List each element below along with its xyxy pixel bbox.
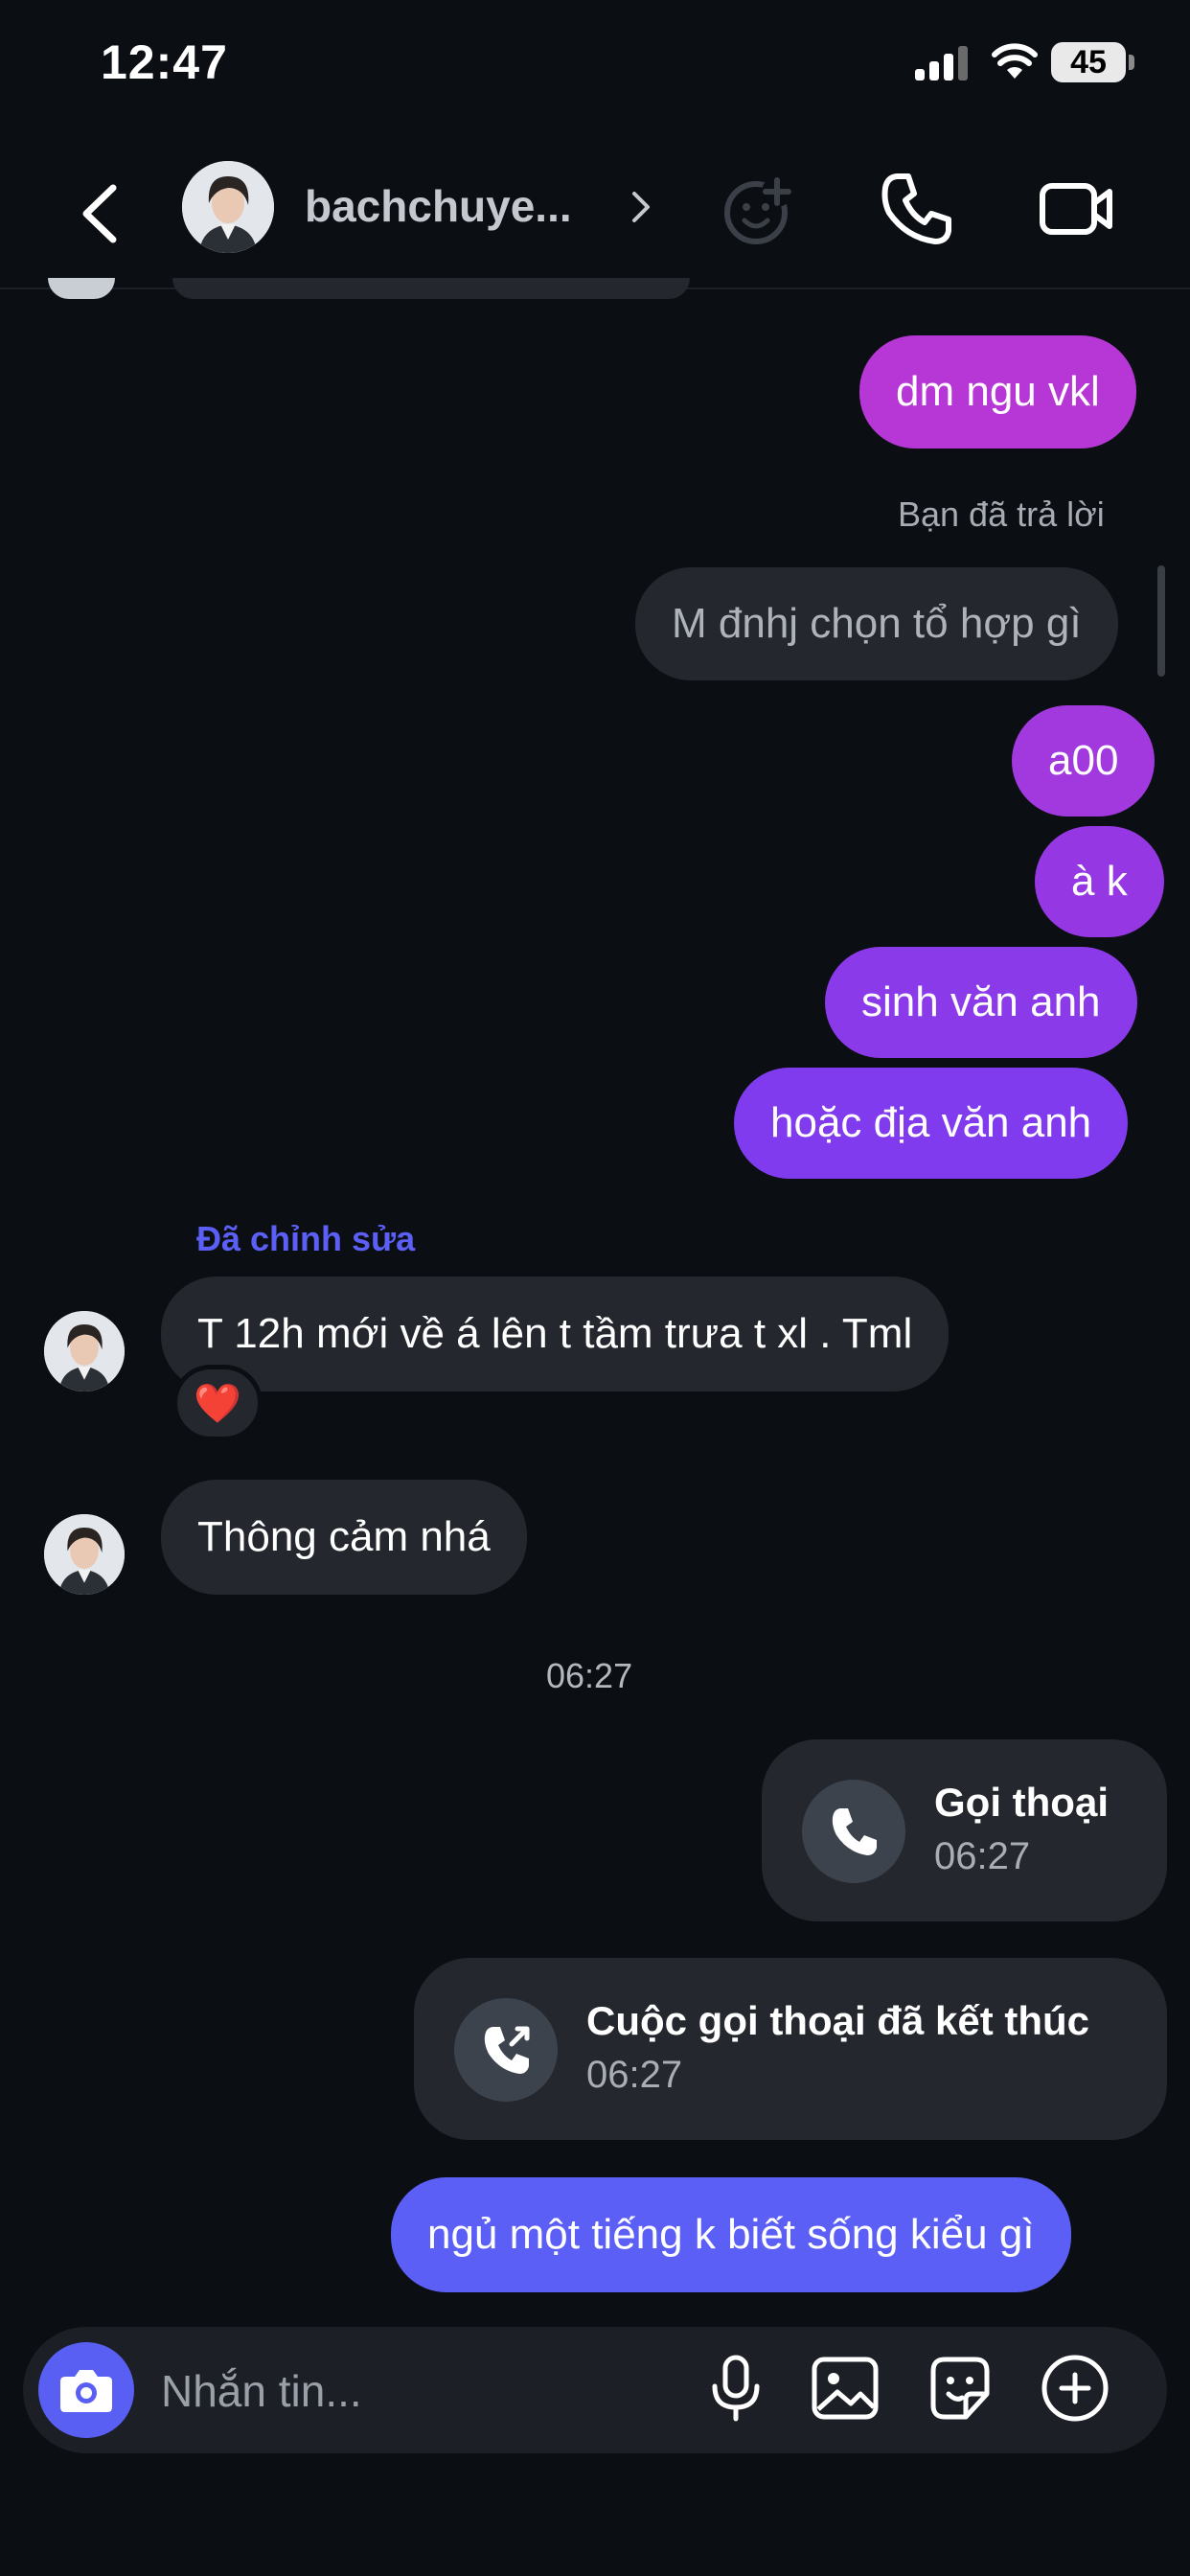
time-separator: 06:27	[546, 1656, 633, 1695]
camera-button[interactable]	[38, 2342, 134, 2438]
heart-reaction: ❤️	[194, 1382, 241, 1425]
chevron-right-icon[interactable]	[627, 184, 655, 230]
outgoing-message[interactable]: dm ngu vkl	[859, 335, 1136, 448]
signal-icon	[915, 46, 968, 80]
call-title: Cuộc gọi thoại đã kết thúc	[586, 1998, 1090, 2043]
scroll-thumb[interactable]	[1157, 565, 1165, 677]
phone-icon	[832, 1808, 877, 1855]
replied-quote[interactable]: M đnhj chọn tổ hợp gì	[635, 567, 1118, 680]
outgoing-message[interactable]: sinh văn anh	[825, 947, 1137, 1058]
incoming-message[interactable]: T 12h mới về á lên t tầm trưa t xl . Tml	[161, 1276, 950, 1392]
battery-tip	[1129, 55, 1134, 70]
partial-message-bubble	[172, 278, 690, 299]
reaction-badge[interactable]: ❤️	[172, 1365, 263, 1441]
sender-avatar[interactable]	[44, 1311, 125, 1392]
partial-avatar	[48, 278, 115, 299]
wifi-icon	[992, 43, 1038, 79]
camera-icon	[60, 2370, 112, 2412]
call-card[interactable]: Gọi thoại 06:27	[762, 1739, 1167, 1921]
add-friend-emoji-icon[interactable]	[714, 163, 806, 255]
outgoing-message[interactable]: à k	[1035, 826, 1164, 937]
incoming-message[interactable]: Thông cảm nhá	[161, 1480, 527, 1595]
contact-avatar[interactable]	[182, 161, 274, 253]
call-card[interactable]: Cuộc gọi thoại đã kết thúc 06:27	[414, 1958, 1167, 2140]
sticker-icon[interactable]	[920, 2348, 1000, 2428]
call-icon-circle	[802, 1780, 905, 1883]
call-time: 06:27	[934, 1835, 1031, 1877]
outgoing-message[interactable]: ngủ một tiếng k biết sống kiểu gì	[391, 2177, 1071, 2292]
outgoing-message[interactable]: a00	[1012, 705, 1156, 816]
outgoing-call-icon	[484, 2026, 530, 2074]
battery-icon: 45	[1051, 42, 1126, 82]
gallery-icon[interactable]	[805, 2348, 885, 2428]
avatar-portrait-icon	[44, 1514, 125, 1595]
add-plus-icon[interactable]	[1035, 2348, 1115, 2428]
back-arrow-icon[interactable]	[77, 182, 125, 245]
call-icon-circle	[454, 1998, 558, 2102]
avatar-portrait-icon	[44, 1311, 125, 1392]
phone-call-icon[interactable]	[870, 163, 962, 255]
conversation-header	[0, 144, 1190, 289]
reply-label: Bạn đã trả lời	[898, 494, 1105, 534]
microphone-icon[interactable]	[696, 2348, 776, 2428]
call-time: 06:27	[586, 2054, 683, 2096]
edited-label: Đã chỉnh sửa	[196, 1219, 416, 1258]
video-call-icon[interactable]	[1029, 163, 1121, 255]
message-input[interactable]: Nhắn tin...	[161, 2365, 362, 2417]
contact-name[interactable]: bachchuye...	[305, 180, 572, 232]
avatar-portrait-icon	[182, 161, 274, 253]
call-title: Gọi thoại	[934, 1780, 1109, 1825]
sender-avatar[interactable]	[44, 1514, 125, 1595]
outgoing-message[interactable]: hoặc địa văn anh	[734, 1068, 1129, 1179]
status-time: 12:47	[101, 35, 228, 89]
